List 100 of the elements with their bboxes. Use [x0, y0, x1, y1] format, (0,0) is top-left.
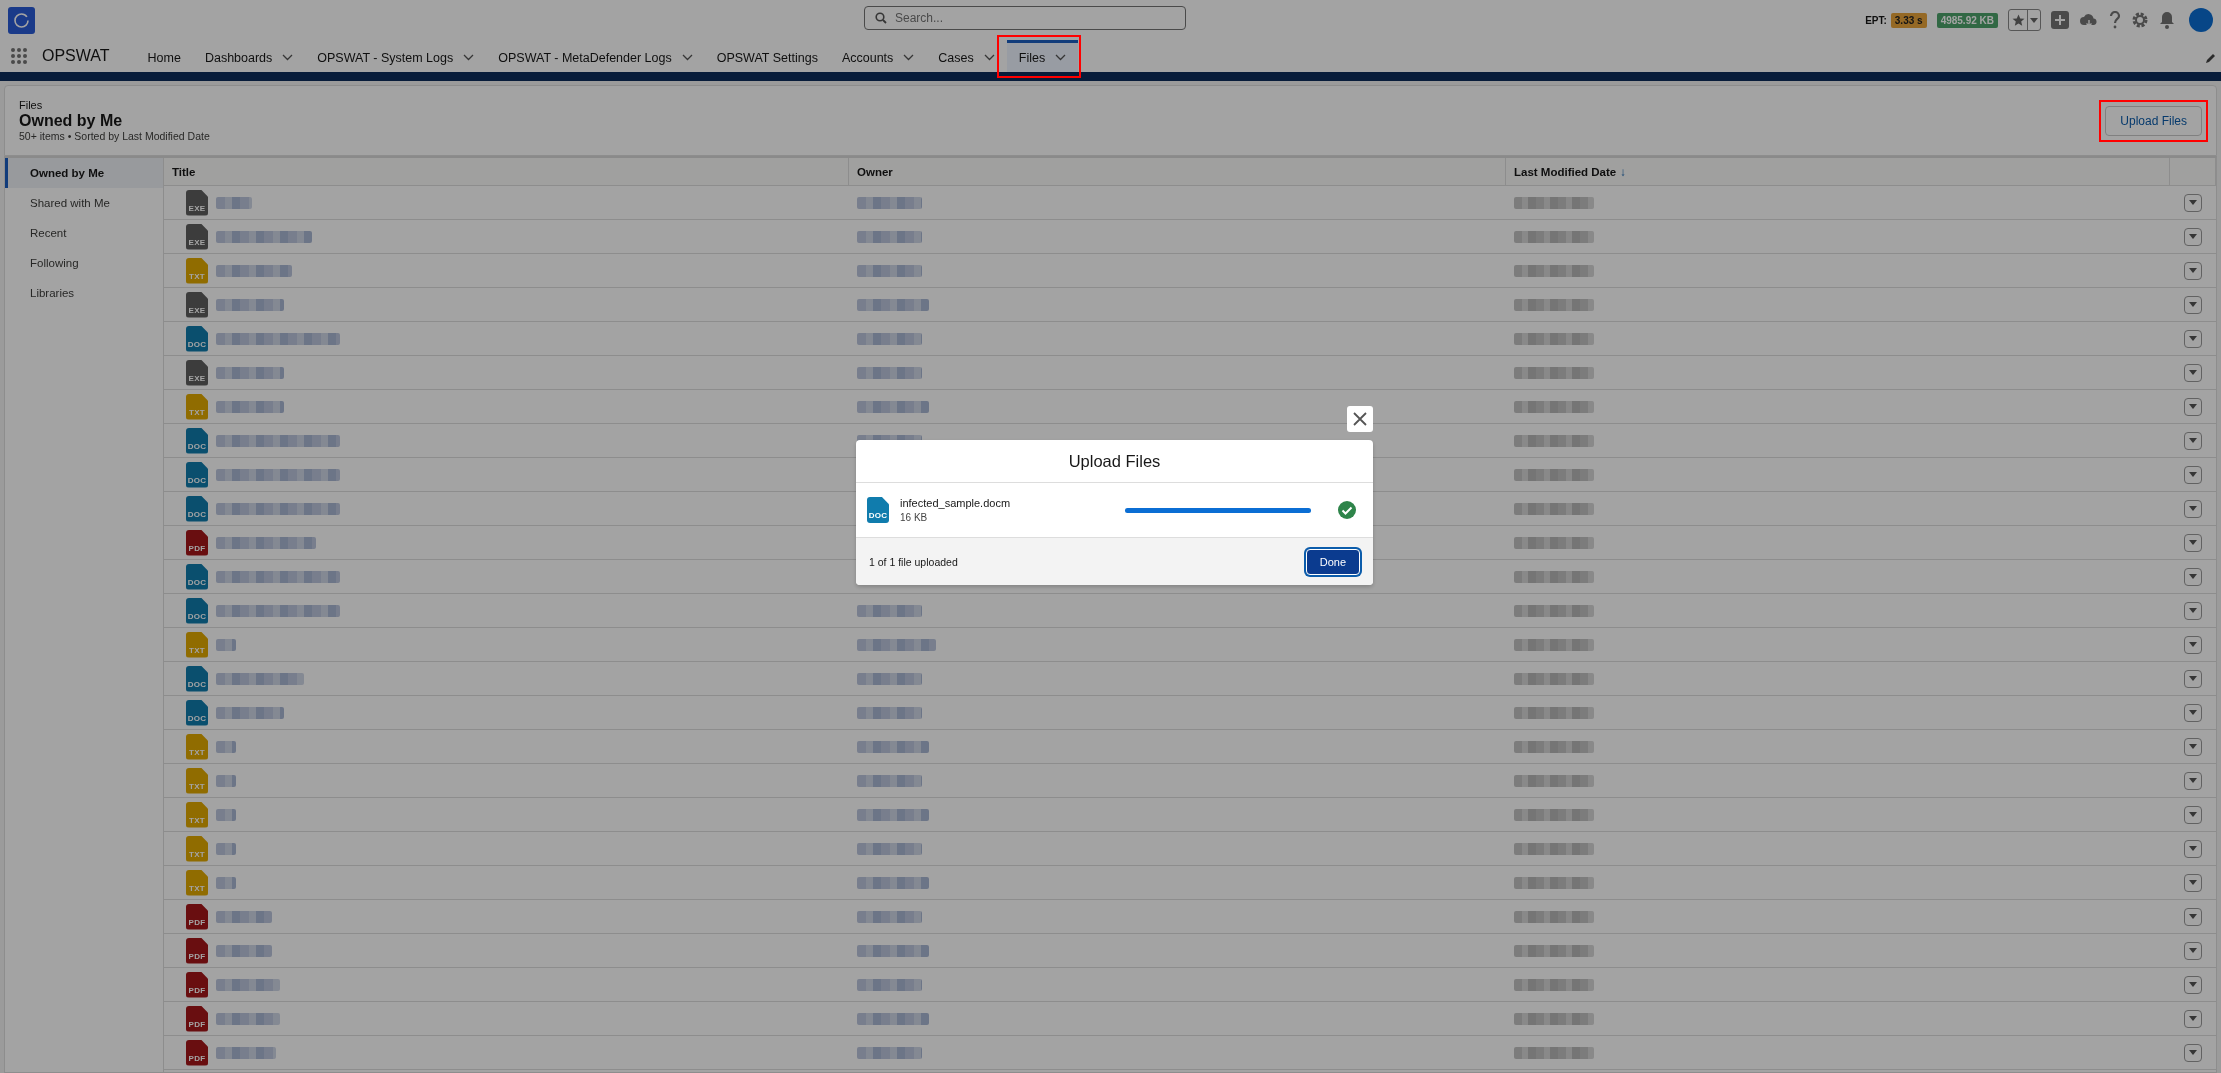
row-actions-button[interactable]: [2184, 805, 2202, 824]
file-icon: TXT: [186, 257, 208, 284]
caret-icon: [2189, 506, 2197, 511]
file-icon: PDF: [186, 971, 208, 998]
file-icon: TXT: [186, 631, 208, 658]
row-actions-button[interactable]: [2184, 397, 2202, 416]
app-logo[interactable]: [8, 6, 35, 34]
row-actions-button[interactable]: [2184, 907, 2202, 926]
close-icon: [1353, 412, 1367, 426]
caret-icon: [2189, 914, 2197, 919]
caret-icon: [2189, 370, 2197, 375]
redacted-text: [216, 196, 252, 209]
file-icon: DOC: [867, 497, 889, 523]
settings-icon[interactable]: [2131, 11, 2149, 29]
redacted-text: [857, 1046, 922, 1059]
row-actions-button[interactable]: [2184, 839, 2202, 858]
object-label: Files: [19, 99, 44, 111]
close-button[interactable]: [1347, 406, 1373, 432]
sidebar-item[interactable]: Following: [5, 248, 163, 278]
column-header[interactable]: Last Modified Date ↓: [1506, 158, 2170, 185]
caret-icon: [2189, 880, 2197, 885]
nav-tab[interactable]: Dashboards: [192, 40, 306, 72]
nav-tab[interactable]: Files: [1006, 40, 1079, 72]
add-icon[interactable]: [2051, 11, 2069, 29]
chevron-down-icon[interactable]: [1055, 54, 1067, 61]
chevron-down-icon[interactable]: [983, 54, 995, 61]
row-actions-button[interactable]: [2184, 635, 2202, 654]
row-actions-button[interactable]: [2184, 533, 2202, 552]
chevron-down-icon[interactable]: [903, 54, 915, 61]
file-icon: DOC: [186, 597, 208, 624]
redacted-text: [216, 910, 272, 923]
file-icon: DOC: [186, 699, 208, 726]
help-icon[interactable]: [2109, 11, 2121, 29]
redacted-text: [216, 944, 272, 957]
redacted-text: [857, 740, 929, 753]
dialog-title: Upload Files: [856, 440, 1373, 483]
nav-tab[interactable]: Cases: [926, 40, 1007, 72]
row-actions-button[interactable]: [2184, 295, 2202, 314]
redacted-text: [216, 638, 236, 651]
row-actions-button[interactable]: [2184, 329, 2202, 348]
row-actions-button[interactable]: [2184, 601, 2202, 620]
row-actions-button[interactable]: [2184, 1009, 2202, 1028]
row-actions-button[interactable]: [2184, 703, 2202, 722]
notifications-icon[interactable]: [2159, 11, 2175, 29]
redacted-text: [857, 672, 922, 685]
nav-tab[interactable]: OPSWAT Settings: [704, 40, 830, 72]
row-actions-button[interactable]: [2184, 193, 2202, 212]
redacted-text: [216, 298, 284, 311]
nav-tab[interactable]: OPSWAT - MetaDefender Logs: [486, 40, 705, 72]
row-actions-button[interactable]: [2184, 873, 2202, 892]
chevron-down-icon[interactable]: [463, 54, 475, 61]
row-actions-button[interactable]: [2184, 771, 2202, 790]
file-icon: DOC: [186, 325, 208, 352]
row-actions-button[interactable]: [2184, 669, 2202, 688]
row-actions-button[interactable]: [2184, 431, 2202, 450]
caret-icon: [2189, 234, 2197, 239]
sidebar-item[interactable]: Recent: [5, 218, 163, 248]
row-actions-button[interactable]: [2184, 975, 2202, 994]
caret-icon: [2189, 200, 2197, 205]
list-view-summary: 50+ items • Sorted by Last Modified Date: [19, 130, 210, 142]
caret-icon: [2189, 948, 2197, 953]
sidebar-item[interactable]: Libraries: [5, 278, 163, 308]
column-header[interactable]: Title: [164, 158, 849, 185]
nav-tab[interactable]: Home: [135, 40, 193, 72]
done-button[interactable]: Done: [1305, 548, 1360, 575]
redacted-text: [857, 910, 922, 923]
chevron-down-icon[interactable]: [282, 54, 294, 61]
sidebar-item[interactable]: Shared with Me: [5, 188, 163, 218]
nav-tab[interactable]: Accounts: [829, 40, 927, 72]
row-actions-button[interactable]: [2184, 567, 2202, 586]
row-actions-button[interactable]: [2184, 737, 2202, 756]
sidebar-item[interactable]: Owned by Me: [5, 158, 163, 188]
row-actions-button[interactable]: [2184, 363, 2202, 382]
caret-icon: [2189, 472, 2197, 477]
user-avatar[interactable]: [2189, 8, 2213, 32]
upload-files-button[interactable]: Upload Files: [2105, 105, 2202, 136]
column-header[interactable]: Owner: [849, 158, 1506, 185]
file-size: 16 KB: [900, 512, 929, 523]
caret-icon: [2189, 1050, 2197, 1055]
row-actions-button[interactable]: [2184, 261, 2202, 280]
redacted-text: [857, 298, 929, 311]
redacted-text: [216, 740, 236, 753]
nav-tab[interactable]: OPSWAT - System Logs: [305, 40, 487, 72]
row-actions-button[interactable]: [2184, 465, 2202, 484]
redacted-text: [216, 842, 236, 855]
file-icon: TXT: [186, 767, 208, 794]
row-actions-button[interactable]: [2184, 1043, 2202, 1062]
caret-icon: [2189, 846, 2197, 851]
app-launcher-icon[interactable]: [10, 47, 28, 65]
favorites-button[interactable]: [2008, 9, 2041, 31]
file-icon: EXE: [186, 291, 208, 318]
redacted-text: [216, 1012, 280, 1025]
row-actions-button[interactable]: [2184, 941, 2202, 960]
chevron-down-icon[interactable]: [681, 54, 693, 61]
caret-icon: [2189, 982, 2197, 987]
row-actions-button[interactable]: [2184, 227, 2202, 246]
search-field[interactable]: Search...: [864, 6, 1186, 30]
caret-icon: [2189, 540, 2197, 545]
edit-icon[interactable]: [2205, 52, 2217, 64]
row-actions-button[interactable]: [2184, 499, 2202, 518]
